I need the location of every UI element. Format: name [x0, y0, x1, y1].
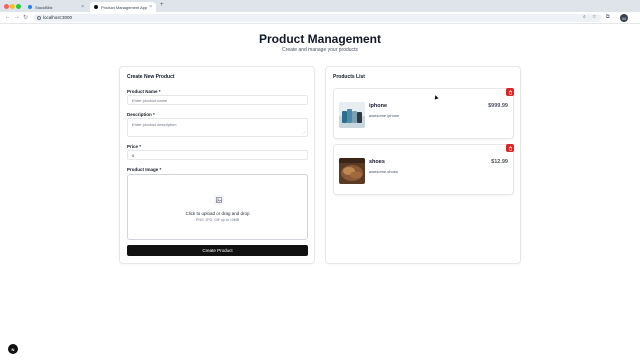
- maximize-window-button[interactable]: [16, 4, 21, 9]
- close-tab-icon[interactable]: ×: [81, 4, 84, 10]
- products-list-card: Products List iphone awesome iphone $999…: [325, 66, 521, 264]
- delete-product-button[interactable]: [506, 144, 514, 152]
- product-description: awesome shoes: [369, 169, 398, 174]
- profile-avatar[interactable]: M: [620, 14, 628, 22]
- resize-handle-icon[interactable]: ⟋: [303, 130, 306, 135]
- browser-tab-bar: StackBlitz × Product Management App × +: [0, 0, 640, 12]
- image-upload-dropzone[interactable]: Click to upload or drag and drop PNG, JP…: [127, 174, 308, 240]
- trash-icon: [508, 146, 512, 151]
- close-window-button[interactable]: [4, 4, 9, 9]
- upload-instruction: Click to upload or drag and drop: [185, 211, 250, 216]
- product-name-label: Product Name *: [127, 89, 161, 94]
- page-title: Product Management: [258, 32, 381, 46]
- tab-label: StackBlitz: [35, 4, 53, 10]
- product-name-placeholder: Enter product name: [132, 97, 168, 103]
- create-product-button[interactable]: Create Product: [127, 245, 308, 256]
- browser-toolbar: ← → ↻ localhost:3000 ⌕ ☆ ⧉: [0, 12, 640, 24]
- address-bar[interactable]: localhost:3000: [34, 14, 602, 22]
- forward-icon[interactable]: →: [14, 14, 20, 20]
- products-list-title: Products List: [333, 74, 365, 80]
- price-value: 0: [132, 152, 135, 158]
- trash-icon: [508, 90, 512, 95]
- price-label: Price *: [127, 144, 142, 149]
- nextjs-dev-label: N: [11, 346, 15, 352]
- bookmark-star-icon[interactable]: ☆: [592, 14, 596, 20]
- product-name: iphone: [369, 103, 388, 109]
- stackblitz-favicon-icon: [28, 5, 32, 9]
- delete-product-button[interactable]: [506, 88, 514, 96]
- product-description: awesome iphone: [369, 113, 400, 118]
- product-card: shoes awesome shoes $12.99: [333, 144, 514, 195]
- description-textarea[interactable]: Enter product description ⟋: [127, 118, 308, 137]
- browser-tab-product-app[interactable]: Product Management App ×: [90, 2, 156, 12]
- page-subtitle: Create and manage your products: [282, 47, 358, 53]
- new-tab-icon[interactable]: +: [160, 2, 164, 8]
- product-price: $12.99: [491, 159, 508, 165]
- product-price: $999.99: [488, 103, 508, 109]
- app-favicon-icon: [94, 5, 98, 9]
- reload-icon[interactable]: ↻: [23, 14, 28, 21]
- form-title: Create New Product: [127, 74, 175, 80]
- close-tab-icon[interactable]: ×: [149, 4, 152, 10]
- url-text: localhost:3000: [43, 15, 73, 20]
- nextjs-dev-button[interactable]: N: [8, 344, 18, 354]
- product-card: iphone awesome iphone $999.99: [333, 88, 514, 139]
- browser-tab-stackblitz[interactable]: StackBlitz ×: [24, 2, 88, 12]
- zoom-icon[interactable]: ⌕: [583, 14, 586, 20]
- image-label: Product Image *: [127, 167, 162, 172]
- tab-label: Product Management App: [101, 4, 148, 10]
- site-info-icon[interactable]: [37, 16, 41, 20]
- avatar-initial: M: [622, 15, 626, 21]
- product-image-iphone: [339, 102, 365, 128]
- product-image-shoes: [339, 158, 365, 184]
- image-upload-icon: [214, 195, 224, 205]
- upload-hint: PNG, JPG, GIF up to 10MB: [196, 218, 239, 222]
- product-name-input[interactable]: Enter product name: [127, 95, 308, 105]
- price-input[interactable]: 0: [127, 150, 308, 160]
- minimize-window-button[interactable]: [10, 4, 15, 9]
- description-placeholder: Enter product description: [132, 122, 177, 127]
- product-name: shoes: [369, 159, 385, 165]
- extensions-icon[interactable]: ⧉: [606, 14, 610, 20]
- create-product-card: Create New Product Product Name * Enter …: [119, 66, 315, 264]
- description-label: Description *: [127, 112, 155, 117]
- back-icon[interactable]: ←: [5, 14, 11, 20]
